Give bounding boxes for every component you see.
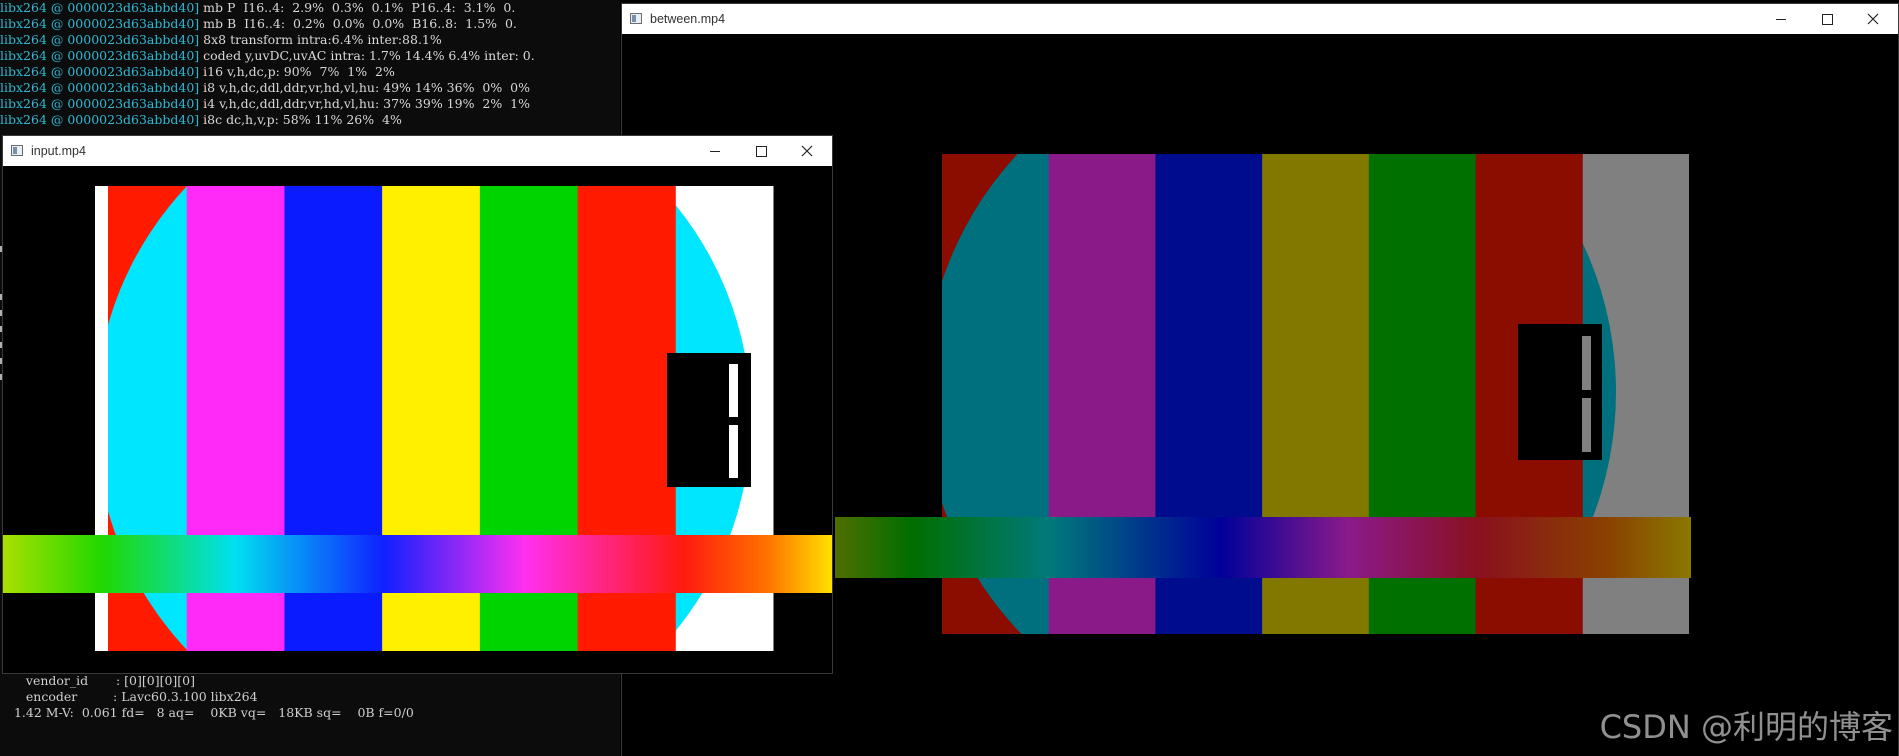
input-window[interactable]: input.mp4 [2,135,833,674]
log-line: libx264 @ 0000023d63abbd40] i8 v,h,dc,dd… [0,80,531,95]
input-video-frame [3,166,832,673]
between-test-pattern [835,154,1691,634]
minimize-button[interactable] [692,136,738,166]
minimize-button[interactable] [1758,4,1804,34]
close-icon [1867,13,1879,25]
input-titlebar[interactable]: input.mp4 [3,136,832,166]
close-button[interactable] [1850,4,1896,34]
log-line: libx264 @ 0000023d63abbd40] mb P I16..4:… [0,0,516,15]
between-titlebar[interactable]: between.mp4 [622,4,1898,34]
input-test-pattern [3,186,832,651]
watermark: CSDN @利明的博客 [1599,708,1893,746]
video-window-icon [630,13,642,24]
close-button[interactable] [784,136,830,166]
log-line: libx264 @ 0000023d63abbd40] i4 v,h,dc,dd… [0,96,531,111]
console-status-line: 1.42 M-V: 0.061 fd= 8 aq= 0KB vq= 18KB s… [10,705,414,720]
console-encoder-line: encoder : Lavc60.3.100 libx264 [10,689,258,704]
console-vendor-line: vendor_id : [0][0][0][0] [10,673,195,688]
maximize-button[interactable] [1804,4,1850,34]
log-line: libx264 @ 0000023d63abbd40] mb B I16..4:… [0,16,517,31]
maximize-button[interactable] [738,136,784,166]
video-window-icon [11,145,23,156]
between-title: between.mp4 [650,12,726,26]
log-line: libx264 @ 0000023d63abbd40] coded y,uvDC… [0,48,535,63]
close-icon [801,145,813,157]
log-line: libx264 @ 0000023d63abbd40] i8c dc,h,v,p… [0,112,402,127]
input-title: input.mp4 [31,144,86,158]
log-line: libx264 @ 0000023d63abbd40] i16 v,h,dc,p… [0,64,395,79]
log-line: libx264 @ 0000023d63abbd40] 8x8 transfor… [0,32,442,47]
